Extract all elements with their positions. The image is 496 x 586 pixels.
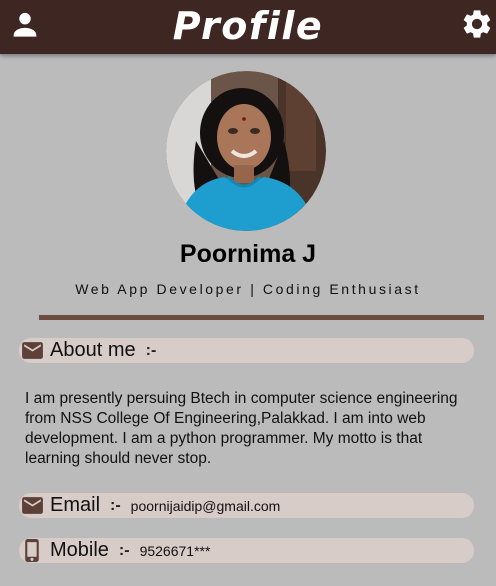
mail-icon xyxy=(19,493,45,519)
profile-screen: Profile Poornima J Web App Developer | C… xyxy=(0,0,496,586)
about-me-text: I am presently persuing Btech in compute… xyxy=(25,390,458,467)
email-separator: :- xyxy=(110,496,121,514)
profile-avatar xyxy=(166,71,326,231)
profile-name: Poornima J xyxy=(179,240,317,268)
settings-button[interactable] xyxy=(460,9,494,43)
page-title: Profile xyxy=(172,4,324,48)
profile-photo xyxy=(166,71,326,231)
email-row[interactable]: Email :- poornijaidip@gmail.com xyxy=(19,493,474,518)
email-label: Email xyxy=(50,494,101,516)
about-me-separator: :- xyxy=(145,341,157,359)
app-bar: Profile xyxy=(0,0,496,54)
about-me-label: About me xyxy=(50,339,136,361)
divider xyxy=(39,315,484,320)
gear-icon xyxy=(460,7,494,46)
mobile-value[interactable]: 9526671*** xyxy=(140,543,211,559)
mobile-label: Mobile xyxy=(50,539,109,561)
about-me-header: About me :- xyxy=(19,338,474,363)
phone-icon xyxy=(19,538,45,564)
email-value[interactable]: poornijaidip@gmail.com xyxy=(131,498,281,514)
mobile-row[interactable]: Mobile :- 9526671*** xyxy=(19,538,474,563)
mobile-separator: :- xyxy=(118,541,130,559)
mail-icon xyxy=(19,338,45,364)
profile-tagline: Web App Developer | Coding Enthusiast xyxy=(75,281,421,297)
